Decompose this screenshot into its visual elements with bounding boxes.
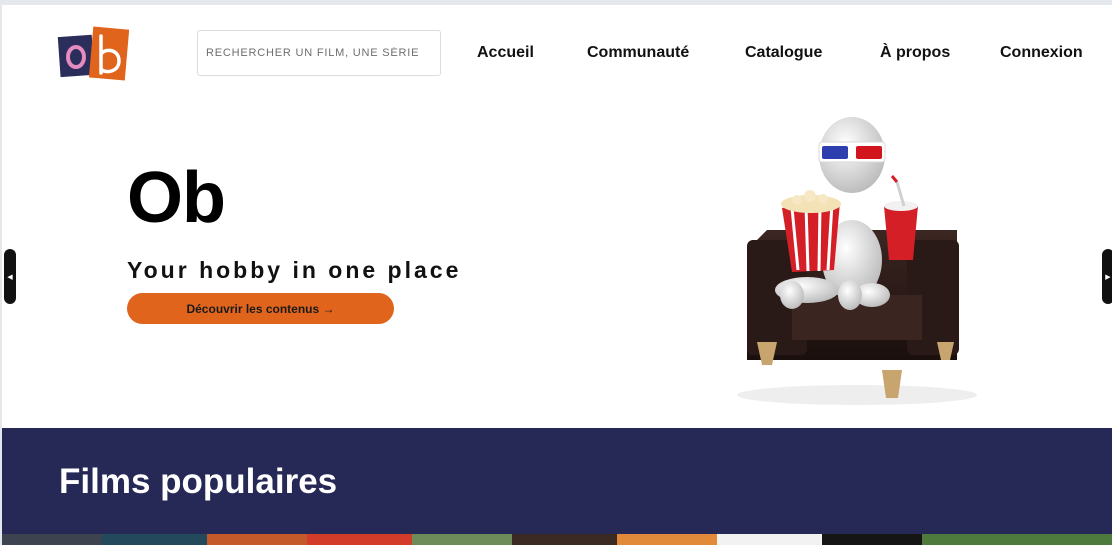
poster-thumbnail[interactable] — [617, 534, 717, 545]
nav-a-propos[interactable]: À propos — [880, 44, 950, 62]
caret-left-icon: ◀ — [7, 273, 13, 281]
nav-catalogue[interactable]: Catalogue — [745, 44, 822, 62]
nav-accueil[interactable]: Accueil — [477, 44, 534, 62]
search-input[interactable] — [197, 30, 441, 76]
hero-title: Ob — [127, 158, 226, 238]
poster-thumbnail[interactable] — [102, 534, 207, 545]
cinema-figure-illustration — [737, 117, 977, 405]
poster-thumbnail[interactable] — [822, 534, 922, 545]
poster-thumbnail[interactable] — [512, 534, 617, 545]
carousel-prev-button[interactable]: ◀ — [4, 249, 16, 304]
popular-films-section: Films populaires — [2, 428, 1112, 534]
poster-thumbnail[interactable] — [307, 534, 412, 545]
nav-communaute[interactable]: Communauté — [587, 44, 689, 62]
carousel-next-button[interactable]: ▶ — [1102, 249, 1112, 304]
caret-right-icon: ▶ — [1105, 273, 1111, 281]
discover-content-button[interactable]: Découvrir les contenus → — [127, 293, 394, 324]
poster-thumbnail[interactable] — [207, 534, 307, 545]
ob-logo[interactable] — [57, 26, 129, 81]
poster-thumbnail[interactable] — [2, 534, 102, 545]
poster-thumbnail[interactable] — [412, 534, 512, 545]
poster-row — [2, 534, 1112, 545]
hero-tagline: Your hobby in one place — [127, 257, 462, 283]
section-title: Films populaires — [59, 462, 338, 501]
top-border — [0, 0, 1112, 5]
nav-connexion[interactable]: Connexion — [1000, 44, 1083, 62]
poster-thumbnail[interactable] — [922, 534, 1112, 545]
poster-thumbnail[interactable] — [717, 534, 822, 545]
